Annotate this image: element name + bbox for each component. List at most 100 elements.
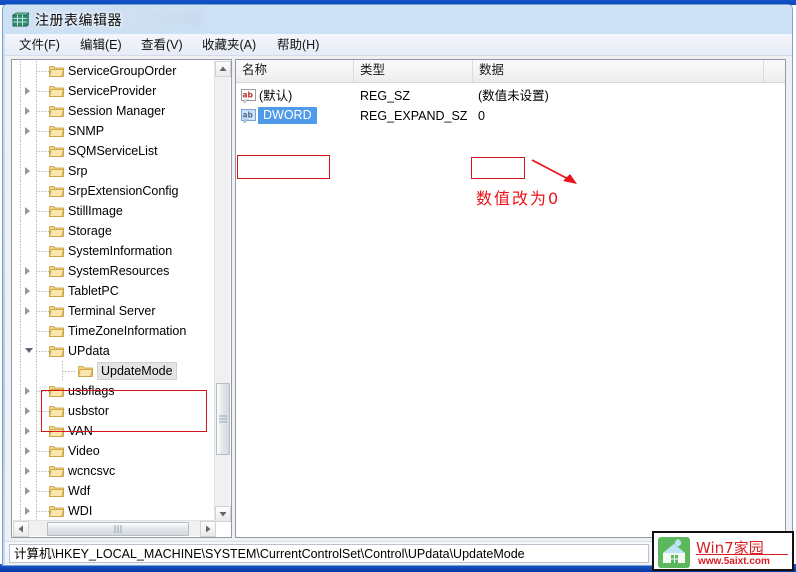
menu-favorites[interactable]: 收藏夹(A) <box>198 37 260 54</box>
folder-icon <box>49 266 64 277</box>
tree-expander-open-icon[interactable] <box>25 348 33 353</box>
status-path-box: 计算机\HKEY_LOCAL_MACHINE\SYSTEM\CurrentCon… <box>9 544 649 563</box>
tree-item-systemresources[interactable]: SystemResources <box>12 261 217 281</box>
tree-item-video[interactable]: Video <box>12 441 217 461</box>
table-row[interactable]: ab DWORD REG_EXPAND_SZ 0 <box>236 106 785 126</box>
menu-bar: 文件(F) 编辑(E) 查看(V) 收藏夹(A) 帮助(H) <box>5 34 792 56</box>
scroll-down-button[interactable] <box>215 506 231 522</box>
column-header-type[interactable]: 类型 <box>354 60 473 82</box>
tree-expander-icon[interactable] <box>25 427 30 435</box>
tree-expander-icon[interactable] <box>25 407 30 415</box>
tree-item-label: usbflags <box>68 384 115 398</box>
tree-expander-icon[interactable] <box>25 307 30 315</box>
value-name: (默认) <box>259 89 293 103</box>
tree-scrollbar-thumb[interactable] <box>216 383 230 455</box>
tree-horizontal-scrollbar[interactable] <box>13 520 216 537</box>
folder-icon <box>49 506 64 517</box>
tree-expander-icon[interactable] <box>25 107 30 115</box>
annotation-text-change-value: 数值改为0 <box>476 189 561 208</box>
tree-item-label: SystemResources <box>68 264 170 278</box>
tree-expander-icon[interactable] <box>25 287 30 295</box>
menu-view[interactable]: 查看(V) <box>137 37 187 54</box>
string-value-icon: ab <box>241 89 256 103</box>
folder-icon <box>49 286 64 297</box>
tree-item-label: Wdf <box>68 484 91 498</box>
tree-item-label: Srp <box>68 164 88 178</box>
menu-edit[interactable]: 编辑(E) <box>76 37 126 54</box>
tree-item-stillimage[interactable]: StillImage <box>12 201 217 221</box>
value-type: REG_EXPAND_SZ <box>360 109 468 123</box>
tree-item-session-manager[interactable]: Session Manager <box>12 101 217 121</box>
folder-icon <box>49 206 64 217</box>
registry-values-pane[interactable]: 名称 类型 数据 ab (默认) REG_SZ (数值未设置) ab DWORD… <box>235 59 786 538</box>
tree-item-usbflags[interactable]: usbflags <box>12 381 217 401</box>
tree-item-timezoneinformation[interactable]: TimeZoneInformation <box>12 321 217 341</box>
folder-icon <box>49 106 64 117</box>
tree-expander-icon[interactable] <box>25 487 30 495</box>
tree-hscrollbar-thumb[interactable] <box>47 522 189 536</box>
registry-tree-pane[interactable]: ServiceGroupOrder ServiceProvider Session … <box>11 59 232 538</box>
tree-expander-icon[interactable] <box>25 507 30 515</box>
tree-expander-icon[interactable] <box>25 127 30 135</box>
folder-icon <box>49 86 64 97</box>
tree-item-van[interactable]: VAN <box>12 421 217 441</box>
tree-item-updata[interactable]: UPdata <box>12 341 217 361</box>
tree-item-updatemode[interactable]: UpdateMode <box>12 361 217 381</box>
tree-item-servicegrouporder[interactable]: ServiceGroupOrder <box>12 61 217 81</box>
tree-item-serviceprovider[interactable]: ServiceProvider <box>12 81 217 101</box>
folder-icon <box>49 346 64 357</box>
tree-expander-icon[interactable] <box>25 167 30 175</box>
svg-text:ab: ab <box>243 111 254 120</box>
menu-file[interactable]: 文件(F) <box>15 37 64 54</box>
tree-item-label: SNMP <box>68 124 105 138</box>
scroll-left-button[interactable] <box>13 521 29 537</box>
folder-icon <box>49 246 64 257</box>
tree-item-wdf[interactable]: Wdf <box>12 481 217 501</box>
folder-icon <box>49 486 64 497</box>
column-header-data[interactable]: 数据 <box>473 60 764 82</box>
tree-item-tabletpc[interactable]: TabletPC <box>12 281 217 301</box>
tree-item-srpextensionconfig[interactable]: SrpExtensionConfig <box>12 181 217 201</box>
list-column-headers: 名称 类型 数据 <box>236 60 785 83</box>
tree-item-label: UPdata <box>68 344 110 358</box>
tree-expander-icon[interactable] <box>25 207 30 215</box>
column-header-name[interactable]: 名称 <box>236 60 354 82</box>
tree-item-sqmservicelist[interactable]: SQMServiceList <box>12 141 217 161</box>
tree-item-systeminformation[interactable]: SystemInformation <box>12 241 217 261</box>
folder-icon <box>49 406 64 417</box>
scroll-up-button[interactable] <box>215 61 231 77</box>
tree-item-usbstor[interactable]: usbstor <box>12 401 217 421</box>
tree-item-label: SQMServiceList <box>68 144 158 158</box>
table-row[interactable]: ab (默认) REG_SZ (数值未设置) <box>236 86 785 106</box>
tree-item-wcncsvc[interactable]: wcncsvc <box>12 461 217 481</box>
tree-vertical-scrollbar[interactable] <box>214 61 231 522</box>
tree-item-wdi[interactable]: WDI <box>12 501 217 521</box>
registry-editor-window: 注册表编辑器 文件(F) 编辑(E) 查看(V) 收藏夹(A) 帮助(H) Se… <box>2 4 793 566</box>
tree-item-label: SystemInformation <box>68 244 173 258</box>
tree-item-snmp[interactable]: SNMP <box>12 121 217 141</box>
tree-item-terminal-server[interactable]: Terminal Server <box>12 301 217 321</box>
folder-icon <box>49 146 64 157</box>
tree-expander-icon[interactable] <box>25 447 30 455</box>
scroll-right-button[interactable] <box>200 521 216 537</box>
tree-expander-icon[interactable] <box>25 267 30 275</box>
tree-expander-icon[interactable] <box>25 87 30 95</box>
folder-icon <box>49 226 64 237</box>
tree-item-label: TabletPC <box>68 284 119 298</box>
tree-expander-icon[interactable] <box>25 467 30 475</box>
tree-item-label: wcncsvc <box>68 464 116 478</box>
folder-icon <box>49 166 64 177</box>
folder-icon <box>49 66 64 77</box>
tree-item-label: SrpExtensionConfig <box>68 184 179 198</box>
tree-expander-icon[interactable] <box>25 387 30 395</box>
status-path-text: 计算机\HKEY_LOCAL_MACHINE\SYSTEM\CurrentCon… <box>14 547 525 561</box>
title-bar[interactable]: 注册表编辑器 <box>3 5 792 34</box>
tree-item-label: TimeZoneInformation <box>68 324 187 338</box>
tree-item-label: Video <box>68 444 100 458</box>
value-name-selected[interactable]: DWORD <box>258 107 317 124</box>
folder-icon <box>49 126 64 137</box>
tree-item-storage[interactable]: Storage <box>12 221 217 241</box>
menu-help[interactable]: 帮助(H) <box>273 37 323 54</box>
tree-item-srp[interactable]: Srp <box>12 161 217 181</box>
tree-item-label: ServiceProvider <box>68 84 157 98</box>
